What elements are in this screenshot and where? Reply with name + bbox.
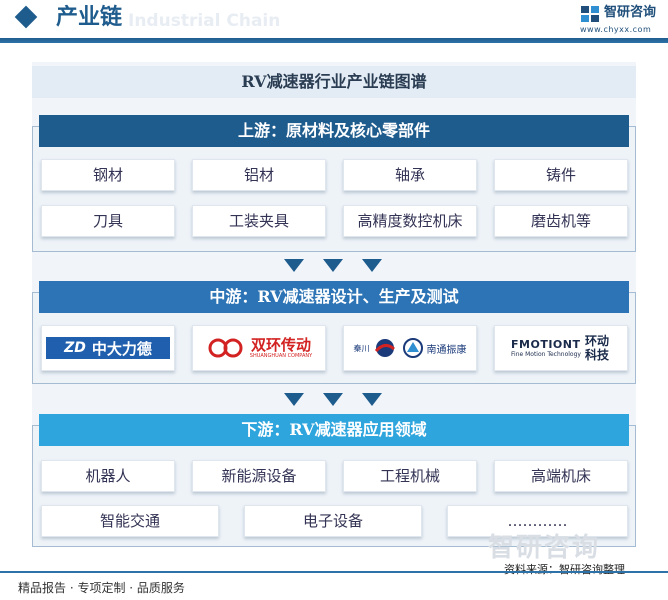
zhongda-logo-band: ZD 中大力德 <box>46 337 170 359</box>
downstream-item: 工程机械 <box>343 460 477 492</box>
flow-arrow-down-icon <box>362 259 382 272</box>
zhongda-name: 中大力德 <box>91 339 152 358</box>
upstream-item: 高精度数控机床 <box>343 205 477 237</box>
header-diamond-icon <box>14 5 38 29</box>
flow-arrow-down-icon <box>284 259 304 272</box>
header-ghost-text: Industrial Chain <box>128 11 281 31</box>
zhongda-mark: ZD <box>64 340 86 356</box>
finemotion-cn: 环动科技 <box>584 334 609 362</box>
downstream-item: 新能源设备 <box>192 460 326 492</box>
brand-logo-icon <box>581 6 599 22</box>
midstream-section: 中游：RV减速器设计、生产及测试 ZD 中大力德 双环传动 SHUANGHUAN… <box>32 281 636 384</box>
flow-arrow-down-icon <box>323 393 343 406</box>
zhenkang-emblem-icon <box>402 338 423 358</box>
upstream-item: 工装夹具 <box>192 205 326 237</box>
downstream-item: 高端机床 <box>494 460 628 492</box>
footer-tagline: 精品报告 · 专项定制 · 品质服务 <box>18 581 185 595</box>
company-logo-finemotion: FMOTIONT Fine Motion Technology 环动科技 <box>494 325 628 371</box>
shuanghuan-name: 双环传动 <box>250 335 311 354</box>
footer-divider <box>0 571 668 573</box>
downstream-item: 智能交通 <box>41 505 219 537</box>
finemotion-name: FMOTIONT <box>511 337 581 351</box>
company-logo-shuanghuan: 双环传动 SHUANGHUAN COMPANY <box>192 325 326 371</box>
flow-arrow-down-icon <box>323 259 343 272</box>
upstream-title: 上游：原材料及核心零部件 <box>39 115 629 147</box>
upstream-item: 铝材 <box>192 159 326 191</box>
company-logo-zhongda: ZD 中大力德 <box>41 325 175 371</box>
downstream-title: 下游：RV减速器应用领域 <box>39 414 629 446</box>
upstream-section: 上游：原材料及核心零部件 钢材 铝材 轴承 铸件 刀具 工装夹具 高精度数控机床… <box>32 115 636 252</box>
downstream-item: 电子设备 <box>244 505 422 537</box>
flow-arrow-down-icon <box>362 393 382 406</box>
upstream-item: 刀具 <box>41 205 175 237</box>
upstream-item: 铸件 <box>494 159 628 191</box>
source-note: 资料来源：智研咨询整理 <box>504 563 625 576</box>
brand-name: 智研咨询 <box>604 5 657 20</box>
flow-arrow-down-icon <box>284 393 304 406</box>
upstream-item: 钢材 <box>41 159 175 191</box>
downstream-section: 下游：RV减速器应用领域 机器人 新能源设备 工程机械 高端机床 智能交通 电子… <box>32 414 636 547</box>
upstream-item: 磨齿机等 <box>494 205 628 237</box>
brand-url: www.chyxx.com <box>580 25 652 34</box>
company-logo-qinchuan-zhenkang: 秦川 南通振康 <box>343 325 477 371</box>
double-ring-icon <box>208 338 243 358</box>
qinchuan-emblem-icon <box>374 339 395 357</box>
header-divider <box>0 38 668 43</box>
page-title: 产业链 <box>56 5 123 30</box>
qinchuan-name: 秦川 <box>353 343 370 353</box>
zhenkang-name: 南通振康 <box>426 344 467 356</box>
upstream-item: 轴承 <box>343 159 477 191</box>
finemotion-sub: Fine Motion Technology <box>511 350 581 358</box>
diagram-title: RV减速器行业产业链图谱 <box>241 72 427 91</box>
downstream-item: 机器人 <box>41 460 175 492</box>
midstream-title: 中游：RV减速器设计、生产及测试 <box>39 281 629 313</box>
footer-watermark: 智研咨询 <box>488 533 601 563</box>
shuanghuan-sub: SHUANGHUAN COMPANY <box>249 352 313 359</box>
